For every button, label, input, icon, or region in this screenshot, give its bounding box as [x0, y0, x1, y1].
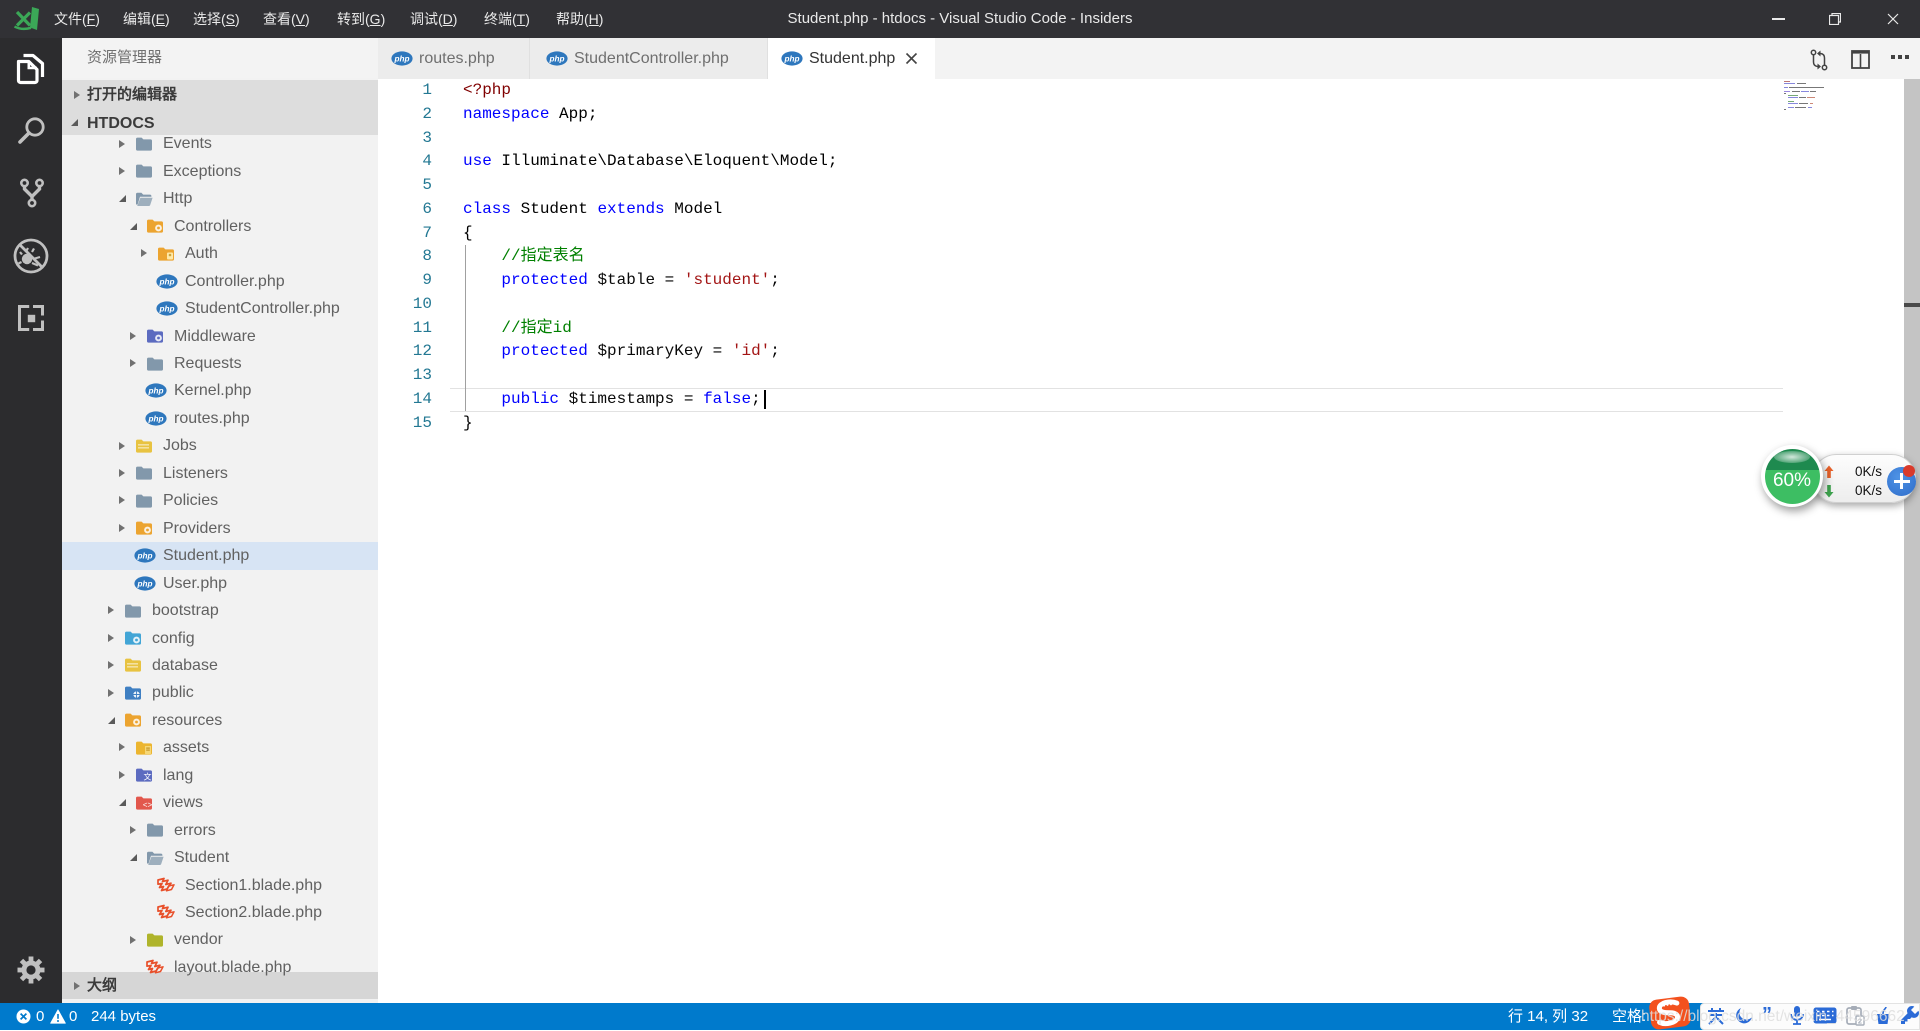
svg-text:php: php	[136, 579, 152, 588]
svg-text:php: php	[783, 54, 799, 63]
svg-text:文: 文	[144, 772, 152, 782]
svg-text:php: php	[136, 551, 152, 560]
svg-text:php: php	[147, 414, 163, 423]
svg-text:php: php	[548, 54, 564, 63]
svg-text:php: php	[158, 277, 174, 286]
svg-text:php: php	[158, 304, 174, 313]
svg-text:php: php	[147, 387, 163, 396]
svg-text:<>: <>	[143, 801, 153, 810]
svg-text:php: php	[393, 54, 409, 63]
